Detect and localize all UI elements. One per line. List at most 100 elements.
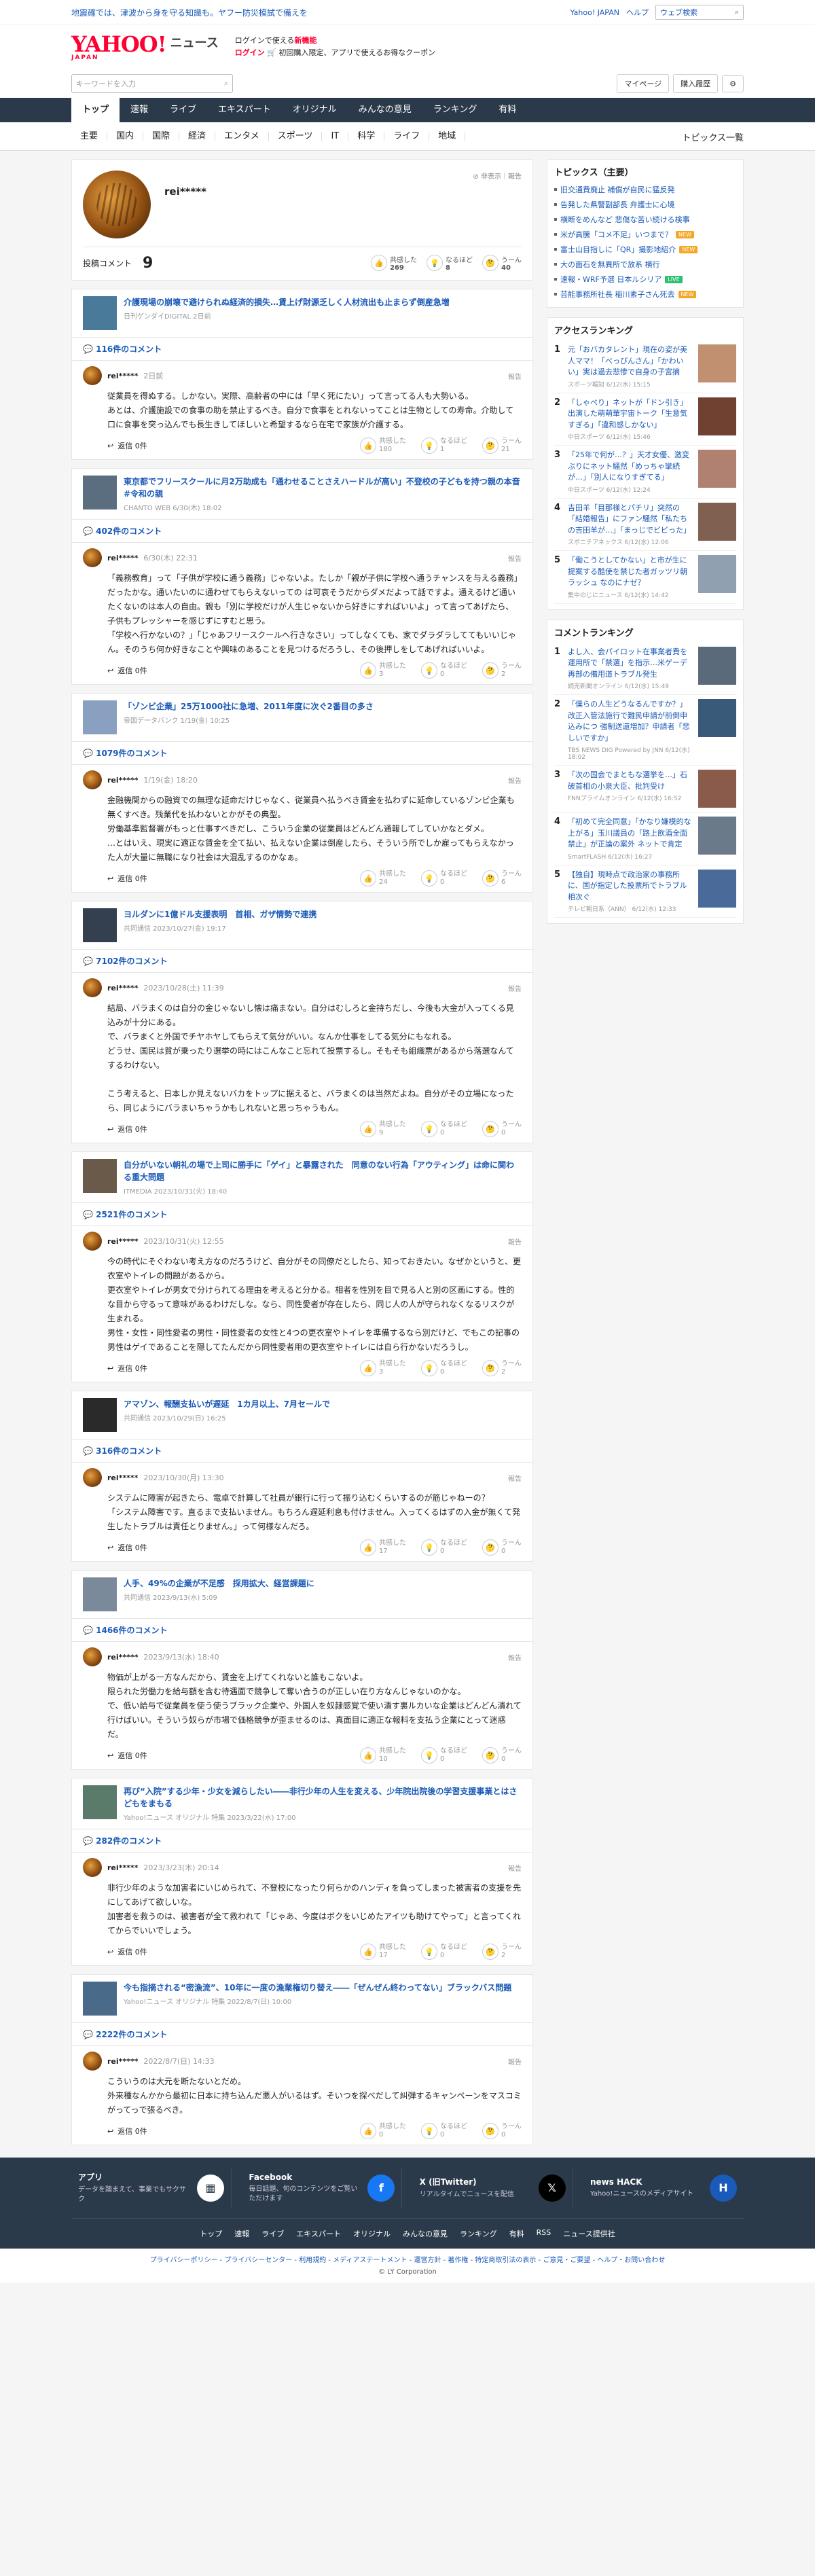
policy-links[interactable]: プライバシーポリシー - プライバシーセンター - 利用規約 - メディアステー… [0, 2254, 815, 2264]
topic-item[interactable]: 横断をめんなど 悲傷な苦い続ける検事 [554, 212, 736, 227]
report-link[interactable]: 報告 [508, 2056, 522, 2067]
comment-count-link[interactable]: 💬 1466件のコメント [71, 1619, 533, 1642]
topics-list-link[interactable]: トピックス一覧 [682, 130, 744, 143]
nav-tab[interactable]: オリジナル [282, 98, 348, 122]
reply-button[interactable]: ↩ 返信 0件 [107, 1750, 147, 1761]
reaction-button[interactable]: 👍 共感した 24 [360, 870, 406, 887]
access-ranking-item[interactable]: 4 吉田羊「目那様とパチリ」突然の「結婚報告」にファン騒然「私たちの吉田羊が…」「… [554, 499, 736, 551]
article-card[interactable]: 東京都でフリースクールに月2万助成も「通わせることさえハードルが高い」不登校の子… [71, 468, 533, 520]
rank-title[interactable]: 「初めて完全同意」「かなり嫌模的な上がる」玉川議員の「路上飲酒全面禁止」が正論の… [568, 817, 694, 851]
comment-count-text[interactable]: 116件のコメント [96, 344, 162, 354]
reaction-button[interactable]: 👍 共感した 180 [360, 437, 406, 454]
reaction-button[interactable]: 🤔 うーん 0 [482, 1121, 522, 1137]
report-link[interactable]: 報告 [508, 371, 522, 381]
reaction-button[interactable]: 💡 なるほど 0 [421, 662, 467, 679]
rank-title[interactable]: 吉田羊「目那様とパチリ」突然の「結婚報告」にファン騒然「私たちの吉田羊が…」「ま… [568, 503, 694, 537]
footer-card[interactable]: X (旧Twitter) リアルタイムでニュースを配信 𝕏 [413, 2167, 573, 2208]
article-title[interactable]: 介護現場の崩壊で避けられぬ経済的損失…賃上げ財源乏しく人材流出も止まらず倒産急増 [124, 296, 450, 308]
article-card[interactable]: 再び“入院”する少年・少女を減らしたい――非行少年の人生を変える、少年院出院後の… [71, 1778, 533, 1829]
reaction-button[interactable]: 👍 共感した 3 [360, 662, 406, 679]
topic-item[interactable]: 富士山目指しに「QR」撮影地紹介 NEW [554, 242, 736, 257]
access-ranking-item[interactable]: 5 「働こうとしてかない」と市が生に提案する酷使を禁じた者ガッツリ朝ラッシュ なの… [554, 551, 736, 604]
reply-button[interactable]: ↩ 返信 0件 [107, 1542, 147, 1553]
nav-tab[interactable]: トップ [71, 98, 120, 122]
reaction-button[interactable]: 💡 なるほど 0 [421, 1121, 467, 1137]
comment-username[interactable]: rei***** [107, 1473, 138, 1482]
reaction-button[interactable]: 👍 共感した 9 [360, 1121, 406, 1137]
rank-title[interactable]: よし入、会パイロット在事業者費を運用所で「禁選」を指示…米ゲーデ再部の備用道トラ… [568, 647, 694, 681]
reaction-button[interactable]: 💡 なるほど 1 [421, 437, 467, 454]
reply-button[interactable]: ↩ 返信 0件 [107, 1124, 147, 1134]
yahoo-japan-link[interactable]: Yahoo! JAPAN [570, 8, 619, 17]
topic-item[interactable]: 大の面石を無異所で放系 横行 [554, 257, 736, 272]
reaction-button[interactable]: 🤔 うーん 0 [482, 1747, 522, 1764]
reaction-button[interactable]: 💡 なるほど 0 [421, 1944, 467, 1960]
reaction-button[interactable]: 🤔 うーん 2 [482, 1944, 522, 1960]
comment-username[interactable]: rei***** [107, 776, 138, 785]
comment-ranking-item[interactable]: 1 よし入、会パイロット在事業者費を運用所で「禁選」を指示…米ゲーデ再部の備用道ト… [554, 643, 736, 695]
topic-item[interactable]: 速報・WRF予選 日本ルシリア LIVE [554, 272, 736, 287]
reaction-button[interactable]: 🤔 うーん 2 [482, 1360, 522, 1376]
article-title[interactable]: アマゾン、報酬支払いが遅延 1カ月以上、7月セールで [124, 1398, 330, 1410]
subnav-item[interactable]: スポーツ [269, 132, 323, 141]
comment-ranking-item[interactable]: 2 「僕らの人生どうなるんですか？」改正入管法施行で難民申請が前倒申込みにつ 強制… [554, 695, 736, 766]
mypage-button[interactable]: マイページ [617, 74, 670, 93]
article-title[interactable]: 再び“入院”する少年・少女を減らしたい――非行少年の人生を変える、少年院出院後の… [124, 1785, 522, 1810]
rank-title[interactable]: 「働こうとしてかない」と市が生に提案する酷使を禁じた者ガッツリ朝ラッシュ なのに… [568, 555, 694, 589]
report-link[interactable]: 報告 [508, 983, 522, 993]
comment-count-text[interactable]: 2222件のコメント [96, 2030, 167, 2039]
reaction-button[interactable]: 💡 なるほど 0 [421, 870, 467, 887]
article-title[interactable]: ヨルダンに1億ドル支援表明 首相、ガザ情勢で連携 [124, 908, 316, 920]
comment-username[interactable]: rei***** [107, 2057, 138, 2066]
comment-count-link[interactable]: 💬 2222件のコメント [71, 2023, 533, 2046]
footer-link[interactable]: みんなの意見 [403, 2228, 448, 2239]
comment-count-text[interactable]: 1079件のコメント [96, 749, 167, 758]
footer-link[interactable]: オリジナル [353, 2228, 391, 2239]
comment-username[interactable]: rei***** [107, 984, 138, 992]
footer-link[interactable]: RSS [537, 2228, 551, 2239]
comment-count-text[interactable]: 316件のコメント [96, 1446, 162, 1456]
access-ranking-item[interactable]: 1 元「おバカタレント」現在の姿が美人ママ！「べっぴんさん」「かわいい」実は過去悲… [554, 340, 736, 393]
reply-button[interactable]: ↩ 返信 0件 [107, 2126, 147, 2136]
article-card[interactable]: 今も指摘される“密漁流”、10年に一度の漁業権切り替え――「ぜんぜん終わってない… [71, 1974, 533, 2023]
subnav-item[interactable]: 科学 [348, 132, 385, 141]
web-search-input[interactable]: ウェブ検索 ⌕ [655, 5, 744, 20]
nav-tab[interactable]: エキスパート [207, 98, 282, 122]
report-link[interactable]: 報告 [508, 1236, 522, 1247]
article-card[interactable]: 「ゾンビ企業」25万1000社に急増、2011年度に次ぐ2番目の多さ 帝国データバ… [71, 693, 533, 742]
article-title[interactable]: 人手、49%の企業が不足感 採用拡大、経営課題に [124, 1577, 314, 1590]
comment-count-text[interactable]: 1466件のコメント [96, 1626, 167, 1635]
subnav-item[interactable]: 経済 [179, 132, 216, 141]
subnav-item[interactable]: 主要 [71, 132, 108, 141]
topic-item[interactable]: 旧交通費廃止 補償が自民に猛反発 [554, 182, 736, 197]
reply-button[interactable]: ↩ 返信 0件 [107, 1946, 147, 1957]
footer-card[interactable]: アプリ データを踏まえて、事業でもサクサク ▦ [71, 2167, 232, 2208]
reaction-button[interactable]: 👍 共感した 0 [360, 2123, 406, 2139]
footer-link[interactable]: トップ [200, 2228, 222, 2239]
access-ranking-item[interactable]: 2 「しゃべり」ネットが「ドン引き」出演した萌萌華宇宙トーク「生意気すぎる」「違和… [554, 393, 736, 446]
comment-username[interactable]: rei***** [107, 1653, 138, 1662]
nav-tab[interactable]: 速報 [120, 98, 159, 122]
article-title[interactable]: 今も指摘される“密漁流”、10年に一度の漁業権切り替え――「ぜんぜん終わってない… [124, 1982, 511, 1994]
comment-ranking-item[interactable]: 3 「次の国会でまともな選挙を…」石破首相の小泉大臣、批判受け FNNプライムオンラ… [554, 766, 736, 812]
subnav-item[interactable]: 地域 [429, 132, 466, 141]
footer-link[interactable]: ランキング [460, 2228, 497, 2239]
subnav-item[interactable]: 国内 [107, 132, 144, 141]
article-title[interactable]: 「ゾンビ企業」25万1000社に急増、2011年度に次ぐ2番目の多さ [124, 700, 374, 713]
reply-button[interactable]: ↩ 返信 0件 [107, 873, 147, 884]
comment-count-text[interactable]: 7102件のコメント [96, 956, 167, 966]
reaction-button[interactable]: 👍 共感した 10 [360, 1747, 406, 1764]
comment-count-link[interactable]: 💬 2521件のコメント [71, 1203, 533, 1226]
notice-link[interactable]: 地震確では、津波から身を守る知識も。ヤフー防災模試で備えを [71, 7, 308, 18]
purchase-history-button[interactable]: 購入履歴 [673, 74, 719, 93]
footer-link[interactable]: 有料 [509, 2228, 524, 2239]
subnav-item[interactable]: 国際 [143, 132, 180, 141]
rank-title[interactable]: 「しゃべり」ネットが「ドン引き」出演した萌萌華宇宙トーク「生意気すぎる」「違和感… [568, 397, 694, 431]
comment-count-text[interactable]: 2521件のコメント [96, 1210, 167, 1219]
comment-username[interactable]: rei***** [107, 1237, 138, 1246]
reaction-button[interactable]: 💡 なるほど 0 [421, 1360, 467, 1376]
topic-item[interactable]: 芸能事務所社長 稲川素子さん死去 NEW [554, 287, 736, 302]
article-card[interactable]: ヨルダンに1億ドル支援表明 首相、ガザ情勢で連携 共同通信 2023/10/27(… [71, 901, 533, 950]
report-link[interactable]: 報告 [508, 1863, 522, 1873]
comment-username[interactable]: rei***** [107, 372, 138, 380]
